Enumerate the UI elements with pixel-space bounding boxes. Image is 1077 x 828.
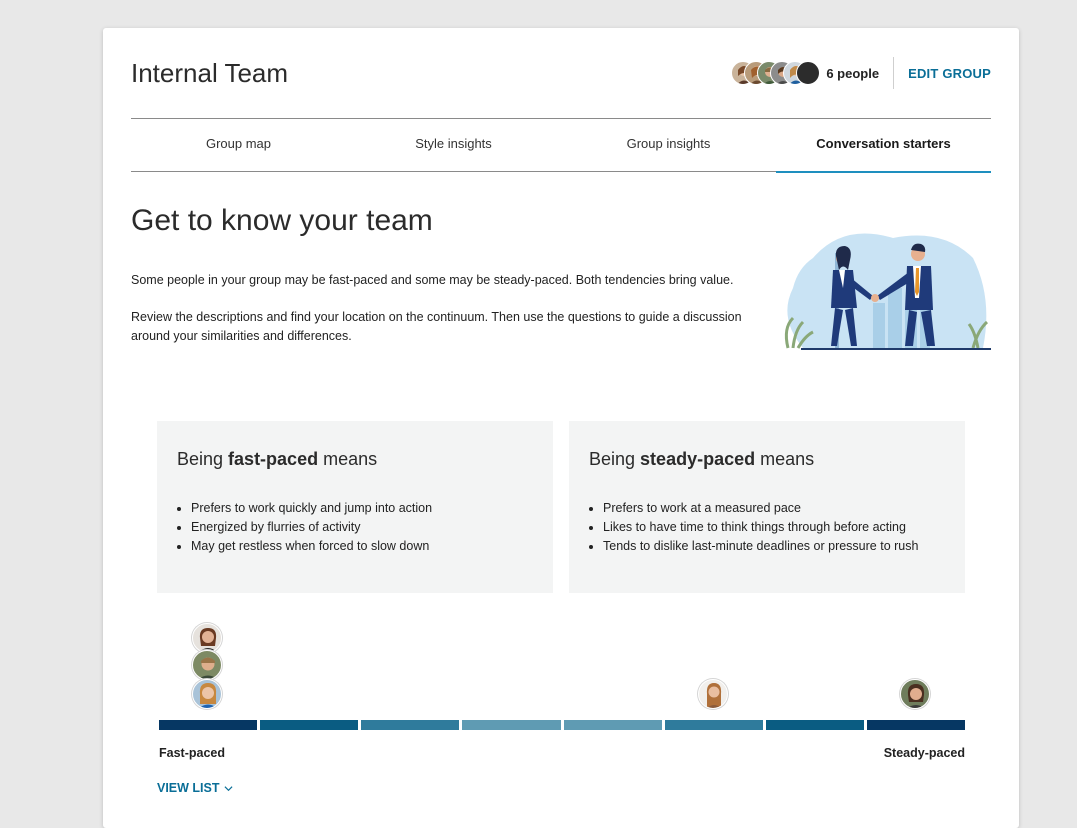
tab-bar: Group map Style insights Group insights … <box>131 119 991 173</box>
member-avatar[interactable] <box>900 679 930 709</box>
list-item: Prefers to work at a measured pace <box>603 499 918 518</box>
group-title: Internal Team <box>131 58 289 88</box>
continuum-segment <box>361 720 460 730</box>
tab-conversation-starters[interactable]: Conversation starters <box>776 119 991 173</box>
header-divider <box>893 57 895 89</box>
tab-style-insights[interactable]: Style insights <box>346 119 561 171</box>
continuum-segment <box>563 720 662 730</box>
list-item: May get restless when forced to slow dow… <box>191 537 432 556</box>
pace-continuum-bar <box>159 720 965 730</box>
group-header: Internal Team 6 people EDIT GROUP <box>131 28 991 119</box>
tab-group-map[interactable]: Group map <box>131 119 346 171</box>
member-avatar <box>796 61 821 85</box>
list-item: Tends to dislike last-minute deadlines o… <box>603 537 918 556</box>
steady-paced-heading: Being steady-paced means <box>589 449 814 470</box>
steady-paced-list: Prefers to work at a measured pace Likes… <box>583 499 918 556</box>
heading-suffix: means <box>755 449 815 469</box>
intro-paragraph: Review the descriptions and find your lo… <box>131 310 742 343</box>
list-item: Energized by flurries of activity <box>191 518 432 537</box>
intro-paragraph: Some people in your group may be fast-pa… <box>131 273 734 287</box>
view-list-label: VIEW LIST <box>157 781 220 795</box>
fast-paced-label: Fast-paced <box>159 746 225 760</box>
intro-text: Some people in your group may be fast-pa… <box>131 271 751 364</box>
main-card: Internal Team 6 people EDIT GROUP Group … <box>103 28 1019 828</box>
header-actions: 6 people EDIT GROUP <box>731 56 991 90</box>
member-avatar[interactable] <box>698 679 728 709</box>
fast-paced-panel: Being fast-paced means Prefers to work q… <box>157 421 553 593</box>
member-avatar[interactable] <box>192 623 222 653</box>
heading-prefix: Being <box>177 449 229 469</box>
people-count[interactable]: 6 people <box>826 66 879 81</box>
member-avatar-stack[interactable] <box>731 61 821 85</box>
view-list-button[interactable]: VIEW LIST <box>157 781 233 795</box>
fast-paced-heading: Being fast-paced means <box>177 449 377 470</box>
continuum-segment <box>866 720 965 730</box>
heading-emphasis: steady-paced <box>640 449 756 469</box>
continuum-segment <box>664 720 763 730</box>
handshake-illustration <box>784 233 991 350</box>
heading-emphasis: fast-paced <box>228 449 319 469</box>
steady-paced-label: Steady-paced <box>883 746 965 760</box>
continuum-segment <box>765 720 864 730</box>
member-avatar[interactable] <box>192 650 222 680</box>
chevron-down-icon <box>223 785 233 791</box>
tab-group-insights[interactable]: Group insights <box>561 119 776 171</box>
continuum-segment <box>260 720 359 730</box>
list-item: Likes to have time to think things throu… <box>603 518 918 537</box>
heading-prefix: Being <box>589 449 641 469</box>
continuum-segment <box>159 720 258 730</box>
heading-suffix: means <box>318 449 378 469</box>
fast-paced-list: Prefers to work quickly and jump into ac… <box>171 499 432 556</box>
list-item: Prefers to work quickly and jump into ac… <box>191 499 432 518</box>
page-title: Get to know your team <box>131 204 433 237</box>
edit-group-button[interactable]: EDIT GROUP <box>908 66 991 81</box>
member-avatar[interactable] <box>192 679 222 709</box>
steady-paced-panel: Being steady-paced means Prefers to work… <box>569 421 965 593</box>
continuum-segment <box>462 720 561 730</box>
